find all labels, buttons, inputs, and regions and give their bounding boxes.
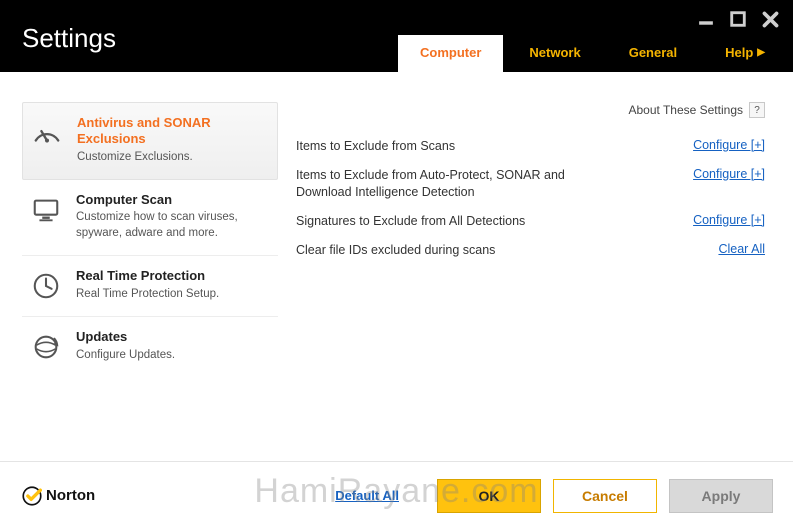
sidebar-item-title: Antivirus and SONAR Exclusions: [77, 115, 263, 148]
setting-label: Signatures to Exclude from All Detection…: [296, 213, 525, 230]
setting-row-exclude-scans: Items to Exclude from Scans Configure [+…: [296, 132, 765, 161]
minimize-button[interactable]: [697, 10, 715, 28]
body: Antivirus and SONAR Exclusions Customize…: [0, 72, 793, 461]
sidebar-item-desc: Customize how to scan viruses, spyware, …: [76, 210, 264, 241]
setting-row-exclude-autoprotect: Items to Exclude from Auto-Protect, SONA…: [296, 161, 765, 207]
setting-label: Clear file IDs excluded during scans: [296, 242, 495, 259]
globe-refresh-icon: [30, 331, 62, 363]
sidebar: Antivirus and SONAR Exclusions Customize…: [0, 72, 278, 461]
configure-link[interactable]: Configure [+]: [693, 213, 765, 227]
cancel-button[interactable]: Cancel: [553, 479, 657, 513]
clear-all-link[interactable]: Clear All: [718, 242, 765, 256]
tab-computer[interactable]: Computer: [398, 35, 503, 72]
setting-label: Items to Exclude from Scans: [296, 138, 455, 155]
help-icon[interactable]: ?: [749, 102, 765, 118]
close-button[interactable]: [761, 10, 779, 28]
configure-link[interactable]: Configure [+]: [693, 138, 765, 152]
maximize-button[interactable]: [729, 10, 747, 28]
about-label: About These Settings: [628, 103, 743, 117]
sidebar-item-title: Real Time Protection: [76, 268, 264, 284]
sidebar-item-title: Computer Scan: [76, 192, 264, 208]
monitor-icon: [30, 194, 62, 226]
setting-row-clear-ids: Clear file IDs excluded during scans Cle…: [296, 236, 765, 265]
apply-button: Apply: [669, 479, 773, 513]
sidebar-item-real-time[interactable]: Real Time Protection Real Time Protectio…: [22, 256, 278, 317]
brand-logo: Norton: [22, 486, 95, 506]
sidebar-item-computer-scan[interactable]: Computer Scan Customize how to scan viru…: [22, 180, 278, 256]
brand-text: Norton: [46, 487, 95, 504]
configure-link[interactable]: Configure [+]: [693, 167, 765, 181]
tab-general[interactable]: General: [607, 35, 699, 72]
window-controls: [697, 10, 779, 28]
sidebar-item-title: Updates: [76, 329, 264, 345]
sidebar-item-desc: Real Time Protection Setup.: [76, 287, 264, 303]
sidebar-item-updates[interactable]: Updates Configure Updates.: [22, 317, 278, 377]
norton-check-icon: [22, 486, 42, 506]
tab-network[interactable]: Network: [507, 35, 602, 72]
clock-icon: [30, 270, 62, 302]
setting-row-exclude-signatures: Signatures to Exclude from All Detection…: [296, 207, 765, 236]
setting-label: Items to Exclude from Auto-Protect, SONA…: [296, 167, 576, 201]
footer-bar: Norton Default All OK Cancel Apply: [0, 461, 793, 529]
about-row: About These Settings ?: [296, 102, 765, 118]
tab-help-label: Help: [725, 45, 753, 60]
chevron-right-icon: ▶: [757, 47, 765, 58]
header-bar: Settings Computer Network General Help ▶: [0, 0, 793, 72]
default-all-link[interactable]: Default All: [335, 488, 399, 503]
sidebar-item-exclusions[interactable]: Antivirus and SONAR Exclusions Customize…: [22, 102, 278, 180]
tab-help[interactable]: Help ▶: [703, 35, 771, 72]
page-title: Settings: [22, 23, 116, 72]
gauge-icon: [31, 117, 63, 149]
sidebar-item-desc: Customize Exclusions.: [77, 150, 263, 166]
ok-button[interactable]: OK: [437, 479, 541, 513]
sidebar-item-desc: Configure Updates.: [76, 348, 264, 364]
content-pane: About These Settings ? Items to Exclude …: [278, 72, 793, 461]
